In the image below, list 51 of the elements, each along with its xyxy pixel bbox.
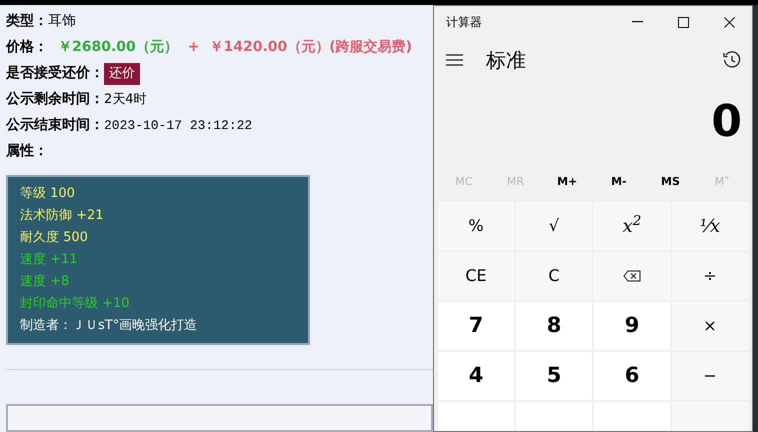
calculator-key[interactable]: − bbox=[672, 352, 748, 400]
attribute-line: 速度 +11 bbox=[20, 250, 79, 269]
calculator-key[interactable]: C bbox=[516, 252, 592, 300]
memory-button[interactable]: M- bbox=[611, 174, 627, 190]
calculator-key[interactable]: % bbox=[438, 202, 514, 250]
attribute-line: 等级 100 bbox=[20, 184, 76, 203]
type-value: 耳饰 bbox=[48, 12, 76, 32]
history-icon bbox=[723, 51, 741, 69]
field-label: 类型： bbox=[6, 12, 48, 32]
attribute-line: 封印命中等级 +10 bbox=[20, 294, 131, 313]
history-button[interactable] bbox=[722, 50, 742, 70]
field-label: 价格： bbox=[6, 38, 48, 58]
calculator-key[interactable] bbox=[594, 252, 670, 300]
close-icon bbox=[724, 16, 734, 28]
field-label: 是否接受还价： bbox=[6, 64, 104, 84]
field-label: 公示结束时间： bbox=[6, 116, 104, 136]
end-time: 2023-10-17 23:12:22 bbox=[104, 117, 252, 136]
memory-button[interactable]: MS bbox=[661, 174, 680, 190]
menu-icon bbox=[446, 54, 463, 66]
menu-button[interactable] bbox=[446, 53, 464, 67]
price-text: ￥1420.00（元）(跨服交易费) bbox=[210, 38, 412, 58]
remaining-time: 2天4时 bbox=[104, 91, 147, 110]
text-area[interactable] bbox=[6, 404, 433, 432]
calculator-key[interactable]: x$^{2}$ bbox=[594, 202, 670, 250]
calculator-key[interactable]: 4 bbox=[438, 352, 514, 400]
counter-offer-button[interactable]: 还价 bbox=[104, 62, 140, 85]
field-label: 公示剩余时间： bbox=[6, 90, 104, 110]
field-label: 属性： bbox=[6, 142, 48, 162]
calculator-key[interactable]: √ bbox=[516, 202, 592, 250]
backspace-icon bbox=[623, 270, 641, 282]
calculator-key[interactable]: CE bbox=[438, 252, 514, 300]
maximize-icon bbox=[678, 16, 688, 28]
attribute-line: 制造者：ＪＵsT°画晚强化打造 bbox=[20, 316, 198, 335]
calculator-key[interactable]: ÷ bbox=[672, 252, 748, 300]
attribute-line: 法术防御 +21 bbox=[20, 206, 105, 225]
calculator-key[interactable]: × bbox=[672, 302, 748, 350]
price-text: ￥2680.00（元） bbox=[58, 38, 178, 58]
calculator-key[interactable]: 7 bbox=[438, 302, 514, 350]
calculator-key[interactable]: 5 bbox=[516, 352, 592, 400]
minimize-icon bbox=[632, 21, 642, 23]
calculator-key[interactable]: 8 bbox=[516, 302, 592, 350]
memory-button[interactable]: M+ bbox=[557, 174, 578, 190]
calculator-key[interactable]: 6 bbox=[594, 352, 670, 400]
calculator-key[interactable]: 9 bbox=[594, 302, 670, 350]
mode-title: 标准 bbox=[486, 47, 527, 74]
display-value: 0 bbox=[711, 100, 742, 144]
calculator-key[interactable]: ¹⁄x bbox=[672, 202, 748, 250]
attribute-line: 速度 +8 bbox=[20, 272, 70, 291]
price-text: + bbox=[188, 38, 200, 58]
attribute-line: 耐久度 500 bbox=[20, 228, 89, 247]
window-title: 计算器 bbox=[446, 14, 483, 31]
